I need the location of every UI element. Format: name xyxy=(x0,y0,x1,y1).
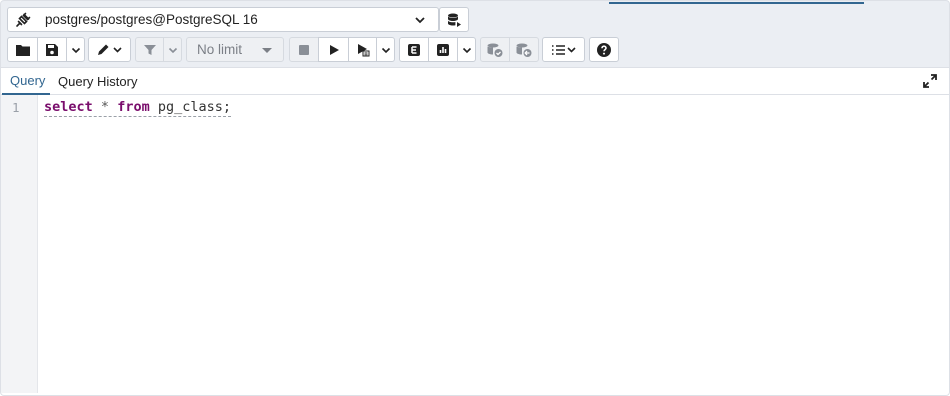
macros-button[interactable] xyxy=(542,37,585,62)
rollback-button[interactable] xyxy=(509,37,539,62)
explain-dropdown-button[interactable] xyxy=(457,37,476,62)
connection-status-button[interactable] xyxy=(7,7,38,32)
stop-icon xyxy=(299,44,309,55)
execute-icon xyxy=(329,44,339,55)
save-dropdown-button[interactable] xyxy=(66,37,85,62)
row-limit-select[interactable]: No limit xyxy=(186,37,284,62)
sql-table-name: pg_class; xyxy=(157,99,232,115)
maximize-icon[interactable] xyxy=(923,74,937,88)
sql-keyword-from: from xyxy=(117,99,150,115)
edit-menu-button[interactable] xyxy=(88,37,131,62)
macros-icon xyxy=(551,44,576,55)
connection-plug-icon xyxy=(15,12,30,27)
help-button[interactable] xyxy=(589,37,619,62)
loading-indicator xyxy=(609,2,864,4)
stop-button[interactable] xyxy=(289,37,319,62)
new-connection-button[interactable] xyxy=(439,7,469,32)
edit-pencil-icon xyxy=(97,44,122,55)
sql-editor[interactable]: 1 select * from pg_class; xyxy=(1,95,949,395)
help-icon xyxy=(597,42,611,57)
database-add-icon xyxy=(448,13,461,27)
filter-dropdown-button[interactable] xyxy=(163,37,182,62)
open-file-icon xyxy=(15,44,30,56)
chevron-down-icon xyxy=(168,47,177,53)
execute-dropdown-button[interactable] xyxy=(376,37,395,62)
sql-code-line[interactable]: select * from pg_class; xyxy=(44,99,232,117)
row-limit-label: No limit xyxy=(197,42,243,57)
open-file-button[interactable] xyxy=(7,37,38,62)
commit-icon xyxy=(487,43,503,57)
connection-label: postgres/postgres@PostgreSQL 16 xyxy=(45,12,258,27)
line-number-gutter: 1 xyxy=(1,95,38,393)
tab-query-history[interactable]: Query History xyxy=(58,68,137,95)
tab-query[interactable]: Query xyxy=(2,68,50,95)
execute-script-button[interactable] xyxy=(348,37,377,62)
commit-button[interactable] xyxy=(480,37,510,62)
editor-tabbar: Query Query History xyxy=(1,67,949,95)
explain-analyze-icon xyxy=(437,43,449,56)
chevron-down-icon xyxy=(381,47,390,53)
caret-down-icon xyxy=(262,48,272,53)
line-number: 1 xyxy=(12,100,20,115)
explain-button[interactable] xyxy=(399,37,429,62)
filter-icon xyxy=(143,44,156,55)
sql-keyword-select: select xyxy=(44,99,93,115)
rollback-icon xyxy=(516,43,532,57)
execute-button[interactable] xyxy=(318,37,349,62)
sql-star: * xyxy=(100,99,110,115)
execute-script-icon xyxy=(357,43,369,56)
chevron-down-icon xyxy=(415,17,425,24)
save-button[interactable] xyxy=(37,37,67,62)
connection-select[interactable]: postgres/postgres@PostgreSQL 16 xyxy=(37,7,439,32)
explain-analyze-button[interactable] xyxy=(428,37,458,62)
explain-icon xyxy=(408,43,420,56)
save-icon xyxy=(46,43,58,56)
chevron-down-icon xyxy=(71,47,80,53)
query-tool-panel: postgres/postgres@PostgreSQL 16 No limit… xyxy=(0,0,950,396)
filter-button[interactable] xyxy=(135,37,164,62)
chevron-down-icon xyxy=(462,47,471,53)
